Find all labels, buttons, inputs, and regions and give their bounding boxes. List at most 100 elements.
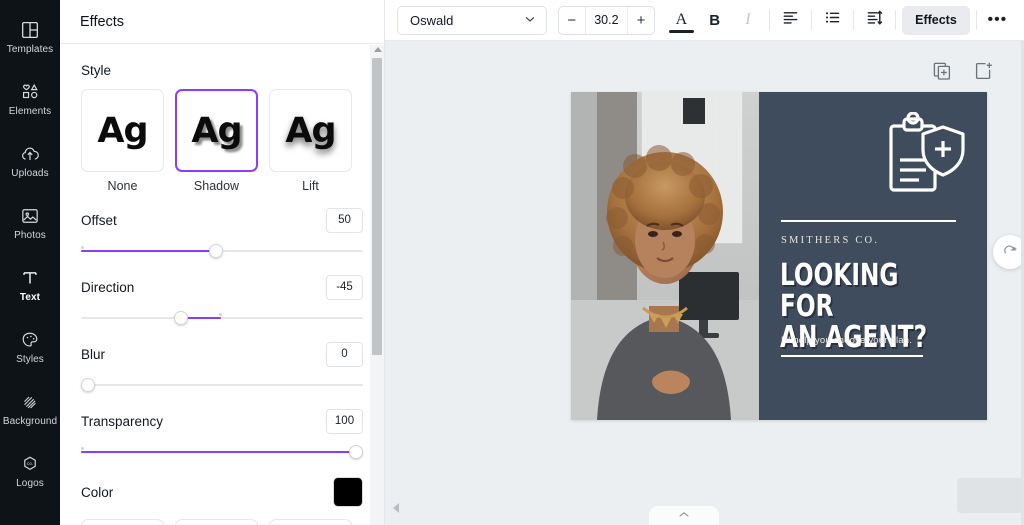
sidebar-label-logos: Logos [16, 478, 44, 489]
chevron-up-icon [679, 512, 689, 517]
align-left-icon [782, 9, 799, 31]
control-transparency-header: Transparency 100 [81, 408, 363, 434]
slider-thumb-direction[interactable] [174, 311, 189, 325]
control-label-color: Color [81, 484, 114, 500]
sidebar-label-uploads: Uploads [11, 168, 49, 179]
sidebar-item-logos[interactable]: co. Logos [0, 440, 60, 502]
style-option-hollow[interactable]: Ag [81, 519, 164, 525]
slider-offset[interactable] [81, 242, 363, 260]
italic-button[interactable]: I [733, 5, 762, 35]
style-preview-none[interactable]: Ag [81, 89, 164, 172]
control-value-transparency[interactable]: 100 [326, 408, 363, 434]
toolbar-divider-3 [852, 10, 854, 30]
sidebar-label-background: Background [2, 416, 58, 427]
slider-origin-transparency [81, 447, 84, 450]
sidebar-label-photos: Photos [14, 230, 46, 241]
styles-icon [18, 329, 42, 351]
sidebar-item-photos[interactable]: Photos [0, 192, 60, 254]
bold-button[interactable]: B [700, 5, 729, 35]
slider-transparency[interactable] [81, 443, 363, 461]
control-value-direction[interactable]: -45 [326, 274, 363, 300]
duplicate-page-icon[interactable] [932, 61, 952, 81]
style-preview-lift[interactable]: Ag [269, 89, 352, 172]
photo-element[interactable] [571, 92, 759, 420]
bullet-list-button[interactable] [818, 5, 847, 35]
style-preview-echo[interactable]: Ag [269, 519, 352, 525]
more-options-button[interactable]: ••• [983, 5, 1012, 35]
slider-blur[interactable] [81, 376, 363, 394]
sidebar-item-uploads[interactable]: Uploads [0, 130, 60, 192]
chevron-down-icon [523, 12, 537, 29]
effects-button-label: Effects [915, 13, 957, 27]
design-page[interactable]: SMITHERS CO. LOOKING FOR AN AGENT? I'll … [571, 92, 987, 420]
line-spacing-button[interactable] [860, 5, 889, 35]
text-color-letter: A [675, 11, 688, 28]
control-transparency: Transparency 100 [81, 408, 363, 461]
style-option-shadow[interactable]: Ag Shadow [175, 89, 258, 193]
style-option-row: Ag None Ag Shadow Ag Lift [81, 89, 363, 193]
style-preview-hollow[interactable]: Ag [81, 519, 164, 525]
uploads-icon [18, 143, 42, 165]
divider-bottom [781, 355, 923, 357]
control-value-offset[interactable]: 50 [326, 207, 363, 233]
font-size-stepper: − 30.2 + [557, 5, 656, 35]
sidebar-label-templates: Templates [6, 44, 54, 55]
canvas-rotate-button[interactable] [993, 235, 1024, 269]
add-page-icon[interactable] [974, 61, 994, 81]
control-color: Color [81, 477, 363, 507]
photo-image [571, 92, 759, 420]
bold-letter: B [709, 11, 721, 29]
text-color-button[interactable]: A [667, 5, 696, 35]
add-page-button[interactable]: + Add page [957, 478, 1024, 513]
text-toolbar: Oswald − 30.2 + A B I Effects ••• [385, 0, 1024, 41]
sidebar-item-text[interactable]: Text [0, 254, 60, 316]
scrollbar-thumb[interactable] [372, 58, 382, 355]
style-preview-splice[interactable]: Ag [175, 519, 258, 525]
font-family-value: Oswald [410, 12, 454, 28]
control-direction: Direction -45 [81, 274, 363, 327]
sidebar-item-elements[interactable]: Elements [0, 68, 60, 130]
control-value-blur[interactable]: 0 [326, 341, 363, 367]
scroll-up-arrow-icon[interactable] [374, 47, 382, 52]
slider-thumb-blur[interactable] [81, 378, 95, 392]
font-family-select[interactable]: Oswald [397, 5, 547, 35]
toolbar-divider-1 [768, 10, 770, 30]
sidebar-item-styles[interactable]: Styles [0, 316, 60, 378]
sidebar-item-background[interactable]: Background [0, 378, 60, 440]
style-preview-shadow[interactable]: Ag [175, 89, 258, 172]
more-dots-icon: ••• [987, 11, 1008, 28]
toolbar-divider-4 [895, 10, 897, 30]
toolbar-divider-5 [975, 10, 977, 30]
style-sample-none: Ag [97, 110, 148, 151]
text-align-button[interactable] [776, 5, 805, 35]
style-sample-lift: Ag [285, 110, 336, 151]
scroll-left-arrow-icon[interactable] [393, 503, 399, 513]
effects-panel-scrollbar[interactable] [370, 45, 384, 525]
design-right-panel[interactable]: SMITHERS CO. LOOKING FOR AN AGENT? I'll … [759, 92, 987, 420]
slider-thumb-transparency[interactable] [348, 445, 363, 459]
control-label-transparency: Transparency [81, 413, 164, 429]
style-option-none[interactable]: Ag None [81, 89, 164, 193]
bottom-panel-toggle[interactable] [649, 506, 719, 525]
slider-origin-direction [219, 313, 223, 316]
control-direction-header: Direction -45 [81, 274, 363, 300]
style-option-splice[interactable]: Ag [175, 519, 258, 525]
sidebar-item-templates[interactable]: Templates [0, 6, 60, 68]
font-size-decrease-button[interactable]: − [559, 7, 585, 34]
slider-direction[interactable] [81, 309, 363, 327]
style-option-lift[interactable]: Ag Lift [269, 89, 352, 193]
font-size-input[interactable]: 30.2 [584, 6, 628, 34]
clipboard-shield-icon [869, 111, 967, 204]
elements-icon [18, 81, 42, 103]
effects-button[interactable]: Effects [902, 5, 970, 35]
photos-icon [18, 205, 42, 227]
slider-thumb-offset[interactable] [209, 244, 224, 258]
font-size-increase-button[interactable]: + [628, 7, 654, 34]
subheadline-text[interactable]: I'll help you choose your plan. [781, 335, 912, 346]
style-option-echo[interactable]: Ag [269, 519, 352, 525]
sidebar-label-text: Text [19, 292, 41, 303]
color-swatch-button[interactable] [333, 477, 363, 507]
canvas-area[interactable]: SMITHERS CO. LOOKING FOR AN AGENT? I'll … [385, 41, 1024, 525]
brand-text[interactable]: SMITHERS CO. [781, 235, 879, 246]
control-blur-header: Blur 0 [81, 341, 363, 367]
